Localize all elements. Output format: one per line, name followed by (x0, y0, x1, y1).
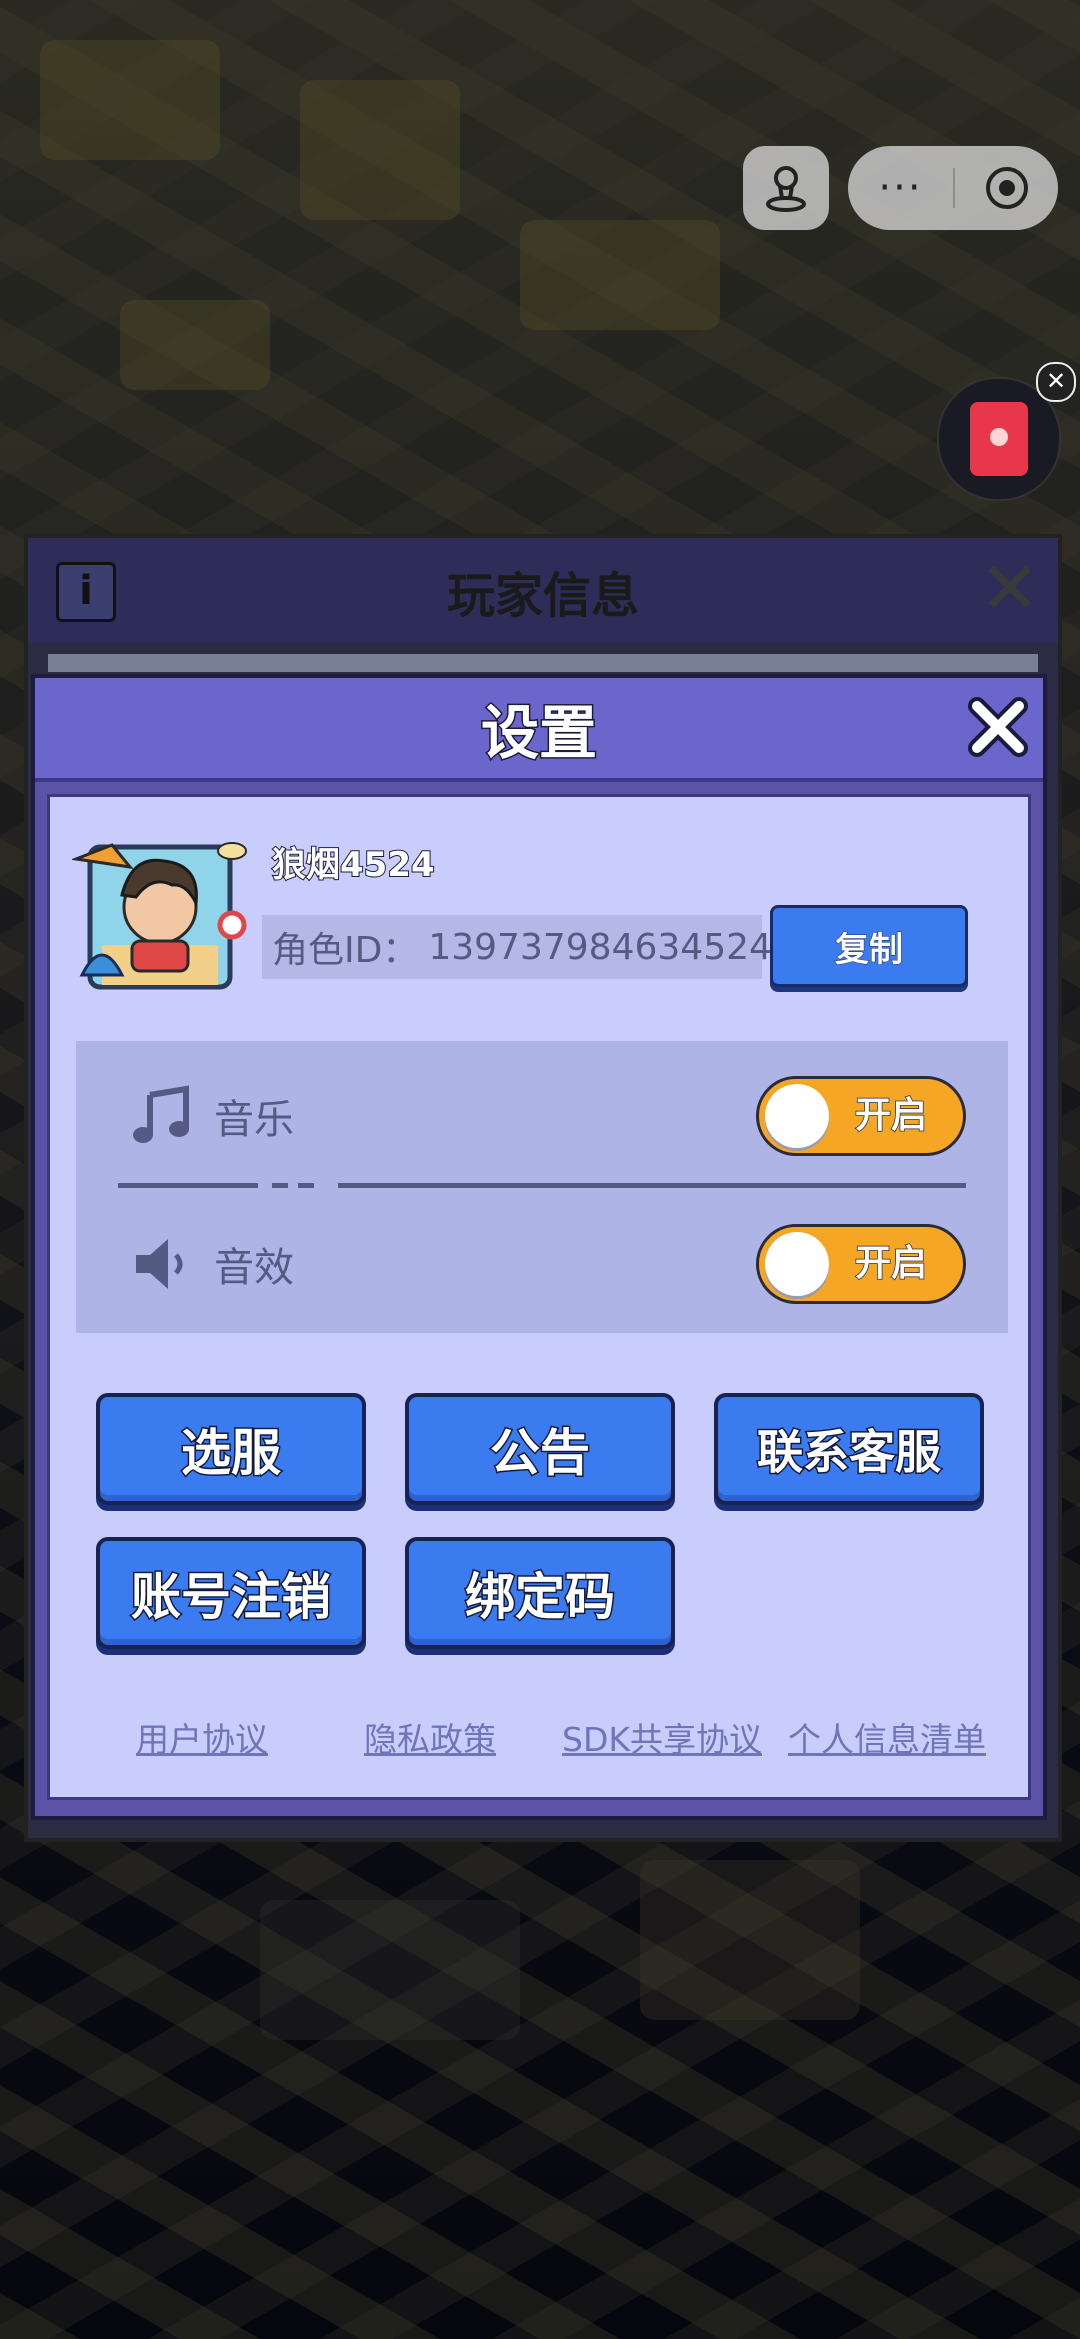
settings-title: 设置 (479, 698, 598, 769)
joystick-icon (766, 166, 806, 212)
speaker-icon (126, 1229, 196, 1299)
close-mini-program-button[interactable] (955, 165, 1058, 211)
user-agreement-link[interactable]: 用户协议 (136, 1713, 268, 1761)
red-packet-icon (970, 402, 1028, 476)
mini-program-capsule: ··· (848, 146, 1058, 230)
sound-effects-toggle[interactable]: 开启 (756, 1224, 966, 1304)
audio-settings-panel: 音乐 开启 音效 开启 (76, 1041, 1008, 1333)
sound-effects-label: 音效 (214, 1245, 294, 1291)
divider (118, 1183, 966, 1188)
role-id-value: 139737984634524 (428, 926, 772, 968)
select-server-button[interactable]: 选服 (96, 1393, 366, 1505)
info-icon: i (56, 562, 116, 622)
player-info-close-icon: ✕ (979, 546, 1040, 630)
record-circle-icon (985, 167, 1028, 209)
sound-effects-toggle-label: 开启 (854, 1242, 928, 1285)
game-center-button[interactable] (743, 146, 829, 230)
avatar[interactable] (70, 825, 248, 1001)
player-info-header: i 玩家信息 ✕ (28, 538, 1058, 643)
music-note-icon (126, 1081, 196, 1151)
player-info-body (48, 654, 1038, 672)
role-id-box: 角色ID： 139737984634524 (262, 915, 772, 979)
copy-button[interactable]: 复制 (770, 905, 968, 987)
player-name: 狼烟4524 (271, 844, 436, 886)
red-packet-close-button[interactable]: ✕ (1036, 362, 1076, 402)
music-row: 音乐 开启 (76, 1071, 1008, 1161)
settings-panel: 狼烟4524 角色ID： 139737984634524 复制 音乐 开启 音效… (47, 794, 1031, 1800)
privacy-policy-link[interactable]: 隐私政策 (364, 1713, 496, 1761)
personal-info-list-link[interactable]: 个人信息清单 (788, 1713, 986, 1761)
sound-effects-toggle-knob (765, 1232, 829, 1296)
settings-close-button[interactable] (963, 692, 1033, 762)
music-toggle-label: 开启 (854, 1094, 928, 1137)
music-toggle-knob (765, 1084, 829, 1148)
sound-effects-row: 音效 开启 (76, 1219, 1008, 1309)
announcement-button[interactable]: 公告 (405, 1393, 675, 1505)
sdk-sharing-agreement-link[interactable]: SDK共享协议 (562, 1713, 762, 1761)
settings-header: 设置 (35, 678, 1043, 782)
more-button[interactable]: ··· (848, 146, 953, 230)
music-label: 音乐 (214, 1097, 294, 1143)
contact-support-button[interactable]: 联系客服 (714, 1393, 984, 1505)
player-info-title: 玩家信息 (446, 567, 639, 624)
binding-code-button[interactable]: 绑定码 (405, 1537, 675, 1649)
role-id-label: 角色ID： (272, 930, 419, 971)
close-icon (968, 697, 1028, 757)
delete-account-button[interactable]: 账号注销 (96, 1537, 366, 1649)
settings-dialog: 设置 狼烟4524 角色ID： 139737984634524 复制 音乐 开启… (31, 674, 1047, 1820)
music-toggle[interactable]: 开启 (756, 1076, 966, 1156)
